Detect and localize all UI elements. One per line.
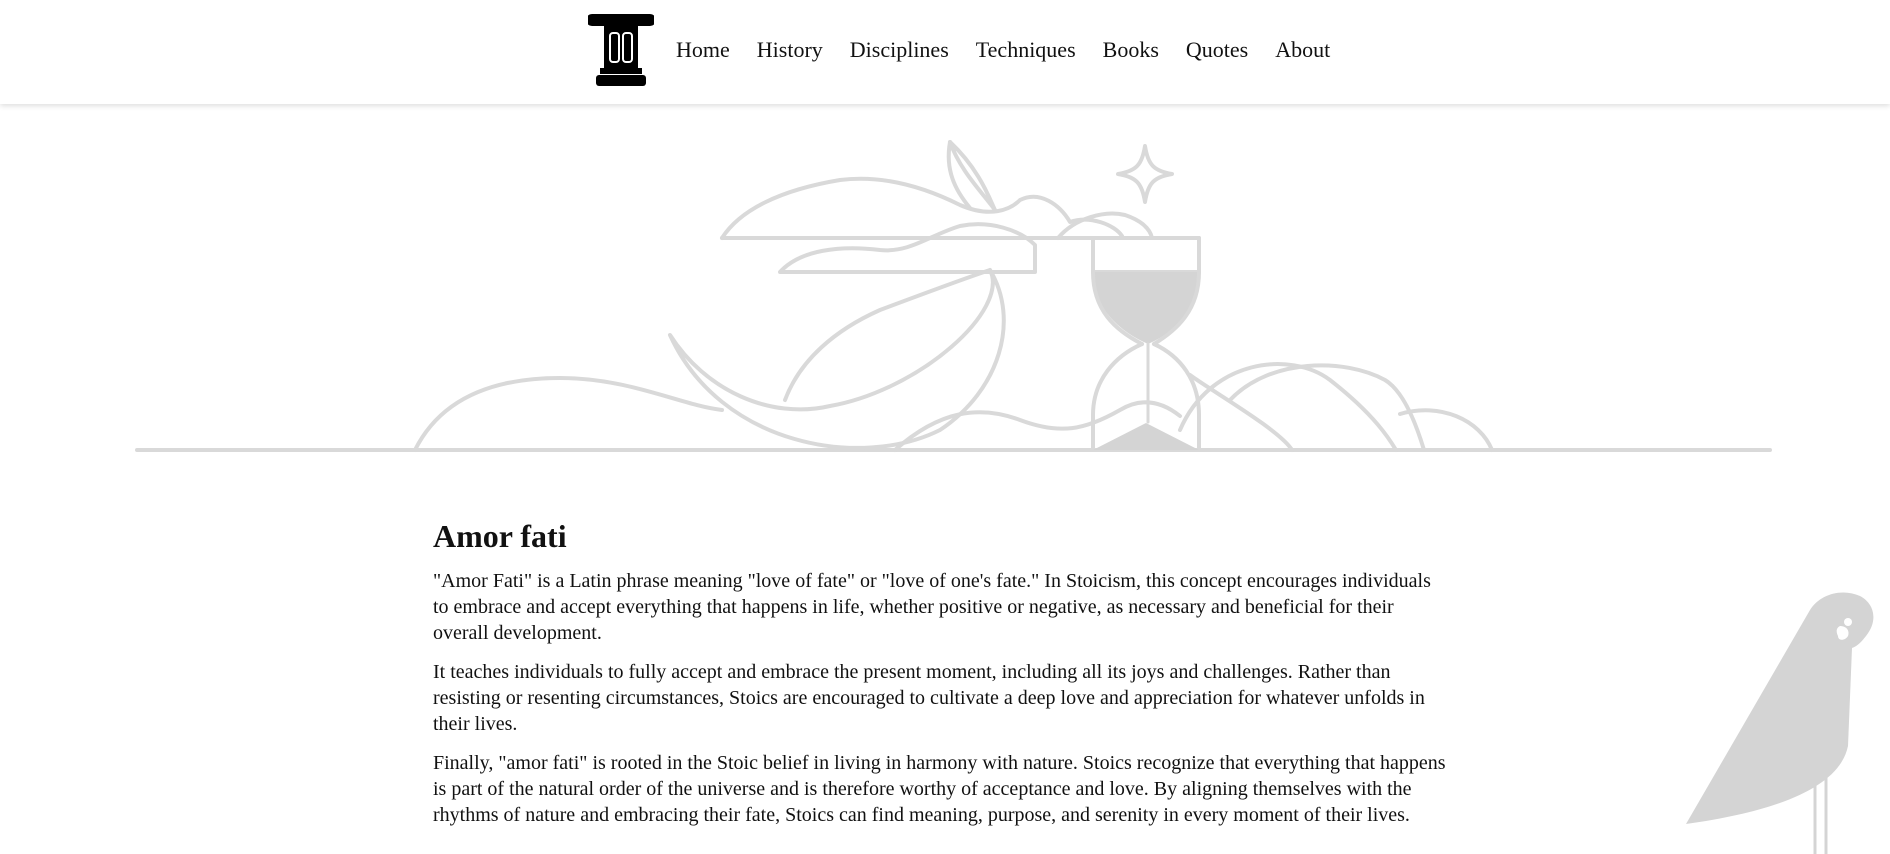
nav-link-books[interactable]: Books bbox=[1089, 33, 1172, 67]
hill-right-1 bbox=[1178, 362, 1398, 452]
column-logo-icon[interactable] bbox=[588, 12, 654, 88]
nav-link-disciplines[interactable]: Disciplines bbox=[836, 33, 962, 67]
sparkle-star bbox=[1116, 144, 1174, 204]
moon-swirl bbox=[783, 268, 992, 402]
nav-link-quotes[interactable]: Quotes bbox=[1172, 33, 1261, 67]
hill-right-4 bbox=[1188, 373, 1294, 452]
band-wave bbox=[778, 222, 1037, 274]
crescent-moon bbox=[668, 268, 1006, 450]
article-paragraph-2: It teaches individuals to fully accept a… bbox=[433, 661, 1425, 735]
bird-body bbox=[1686, 592, 1874, 824]
hourglass-sand-top bbox=[1093, 272, 1199, 344]
article-paragraph-1: "Amor Fati" is a Latin phrase meaning "l… bbox=[433, 570, 1431, 644]
hourglass-frame-top bbox=[1091, 236, 1201, 274]
nav-link-home[interactable]: Home bbox=[662, 33, 743, 67]
article-title: Amor fati bbox=[433, 518, 567, 554]
nav-links: Home History Disciplines Techniques Book… bbox=[662, 33, 1344, 67]
article-paragraph-3: Finally, "amor fati" is rooted in the St… bbox=[433, 752, 1446, 826]
bird-eye bbox=[1844, 618, 1852, 626]
nav-link-about[interactable]: About bbox=[1262, 33, 1344, 67]
page: Home History Disciplines Techniques Book… bbox=[0, 0, 1890, 854]
cloud-upper bbox=[720, 176, 1124, 240]
flame bbox=[948, 140, 997, 212]
top-navbar: Home History Disciplines Techniques Book… bbox=[0, 0, 1890, 104]
nav-link-techniques[interactable]: Techniques bbox=[962, 33, 1089, 67]
hill-left bbox=[413, 376, 724, 452]
hero-illustration bbox=[135, 140, 1772, 452]
article: Amor fati "Amor Fati" is a Latin phrase … bbox=[433, 516, 1453, 841]
nav-link-history[interactable]: History bbox=[743, 33, 836, 67]
bird-illustration bbox=[1686, 592, 1874, 854]
